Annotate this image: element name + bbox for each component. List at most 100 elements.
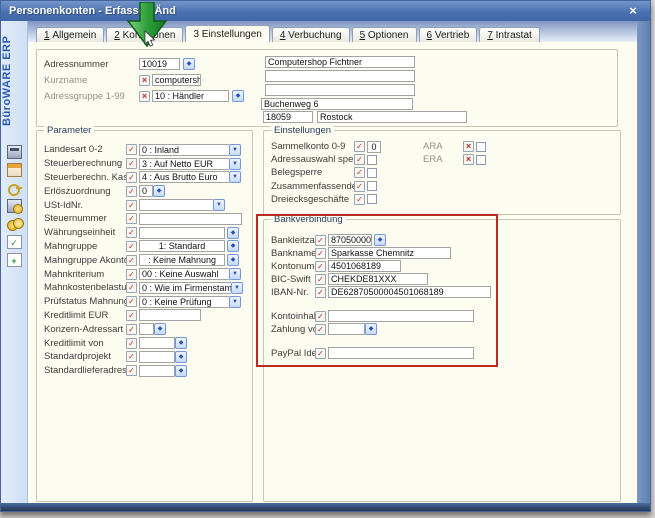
steuerberechnung-field[interactable]: 3 : Auf Netto EUR — [139, 158, 229, 170]
kurzname-clear-icon[interactable]: × — [139, 75, 150, 86]
spinner-icon[interactable]: ◆ — [175, 351, 187, 363]
tab-vertrieb[interactable]: 6 Vertrieb — [419, 27, 478, 42]
tab-allgemein[interactable]: 1 Allgemein — [36, 27, 104, 42]
window-icon[interactable] — [7, 163, 22, 177]
edit-check-icon[interactable]: ✓ — [126, 158, 137, 169]
edit-check-icon[interactable]: ✓ — [354, 194, 365, 205]
adressnummer-field[interactable]: 10019 — [139, 58, 180, 70]
edit-check-icon[interactable]: ✓ — [315, 274, 326, 285]
spinner-icon[interactable]: ◆ — [154, 323, 166, 335]
steuernummer-field[interactable] — [139, 213, 242, 225]
document-check-icon[interactable]: ✓ — [7, 235, 22, 249]
edit-check-icon[interactable]: ✓ — [315, 248, 326, 259]
edit-check-icon[interactable]: ✓ — [126, 255, 137, 266]
spinner-icon[interactable]: ◆ — [227, 227, 239, 239]
edit-check-icon[interactable]: ✓ — [126, 338, 137, 349]
iban-field[interactable]: DE62870500004501068189 — [328, 286, 491, 298]
calculator-icon[interactable] — [7, 145, 22, 159]
dropdown-icon[interactable]: ▼ — [231, 282, 243, 294]
adressgruppe-clear-icon[interactable]: × — [139, 91, 150, 102]
tab-verbuchung[interactable]: 4 Verbuchung — [272, 27, 350, 42]
kontoinhaber-field[interactable] — [328, 310, 474, 322]
paypal-ident-field[interactable] — [328, 347, 474, 359]
tab-intrastat[interactable]: 7 Intrastat — [479, 27, 539, 42]
edit-check-icon[interactable]: ✓ — [315, 348, 326, 359]
calculator-coins-icon[interactable] — [7, 199, 22, 213]
mahnkostenbelastung-field[interactable]: 0 : Wie im Firmenstamm eing — [139, 282, 231, 294]
edit-check-icon[interactable]: ✓ — [315, 324, 326, 335]
address-city-field[interactable]: Rostock — [317, 111, 467, 123]
edit-check-icon[interactable]: ✓ — [126, 310, 137, 321]
edit-check-icon[interactable]: ✓ — [126, 172, 137, 183]
pruefstatus-field[interactable]: 0 : Keine Prüfung — [139, 296, 229, 308]
adressauswahl-sperren-checkbox[interactable] — [367, 155, 377, 165]
dropdown-icon[interactable]: ▼ — [213, 199, 225, 211]
spinner-icon[interactable]: ◆ — [374, 234, 386, 246]
address-line2-field[interactable] — [265, 70, 415, 82]
kreditlimit-eur-field[interactable] — [139, 309, 201, 321]
edit-check-icon[interactable]: ✓ — [126, 351, 137, 362]
edit-check-icon[interactable]: ✓ — [315, 261, 326, 272]
sammelkonto-field[interactable]: 0 — [367, 141, 381, 153]
dropdown-icon[interactable]: ▼ — [229, 171, 241, 183]
spinner-icon[interactable]: ◆ — [227, 240, 239, 252]
edit-check-icon[interactable]: ✓ — [354, 181, 365, 192]
address-name-field[interactable]: Computershop Fichtner — [265, 56, 415, 68]
edit-check-icon[interactable]: ✓ — [126, 200, 137, 211]
waehrungseinheit-field[interactable] — [139, 227, 225, 239]
edit-check-icon[interactable]: ✓ — [126, 296, 137, 307]
bankname-field[interactable]: Sparkasse Chemnitz — [328, 247, 451, 259]
edit-check-icon[interactable]: ✓ — [126, 241, 137, 252]
tab-konditionen[interactable]: 2 Konditionen — [106, 27, 183, 42]
mahnkriterium-field[interactable]: 00 : Keine Auswahl — [139, 268, 229, 280]
edit-check-icon[interactable]: ✓ — [126, 227, 137, 238]
era-checkbox[interactable] — [476, 155, 486, 165]
zahlung-von-field[interactable] — [328, 323, 365, 335]
edit-check-icon[interactable]: ✓ — [315, 287, 326, 298]
key-icon[interactable] — [7, 181, 22, 195]
bic-swift-field[interactable]: CHEKDE81XXX — [328, 273, 428, 285]
address-line3-field[interactable] — [265, 84, 415, 96]
kontonummer-field[interactable]: 4501068189 — [328, 260, 401, 272]
bankleitzahl-field[interactable]: 87050000 — [328, 234, 372, 246]
mahngruppe-akonto-field[interactable]: : Keine Mahnung — [139, 254, 225, 266]
edit-check-icon[interactable]: ✓ — [315, 311, 326, 322]
ust-idnr-field[interactable] — [139, 199, 213, 211]
kreditlimit-von-field[interactable] — [139, 337, 175, 349]
spinner-icon[interactable]: ◆ — [175, 365, 187, 377]
belegsperre-checkbox[interactable] — [367, 168, 377, 178]
era-clear-icon[interactable]: × — [463, 154, 474, 165]
steuerberechn-kasse-field[interactable]: 4 : Aus Brutto Euro — [139, 171, 229, 183]
spinner-icon[interactable]: ◆ — [175, 337, 187, 349]
zusammenfassende-meldung-checkbox[interactable] — [367, 181, 377, 191]
edit-check-icon[interactable]: ✓ — [126, 213, 137, 224]
edit-check-icon[interactable]: ✓ — [126, 324, 137, 335]
document-add-icon[interactable]: + — [7, 253, 22, 267]
address-zip-field[interactable]: 18059 — [263, 111, 313, 123]
kurzname-field[interactable]: computersh — [152, 74, 201, 86]
dropdown-icon[interactable]: ▼ — [229, 268, 241, 280]
ara-checkbox[interactable] — [476, 142, 486, 152]
edit-check-icon[interactable]: ✓ — [354, 167, 365, 178]
dropdown-icon[interactable]: ▼ — [229, 158, 241, 170]
adressnummer-spinner-icon[interactable]: ◆ — [183, 58, 195, 70]
dreiecksgeschaefte-checkbox[interactable] — [367, 194, 377, 204]
edit-check-icon[interactable]: ✓ — [126, 282, 137, 293]
konzern-adressart-field[interactable] — [139, 323, 154, 335]
dropdown-icon[interactable]: ▼ — [229, 296, 241, 308]
edit-check-icon[interactable]: ✓ — [354, 141, 365, 152]
standardprojekt-field[interactable] — [139, 351, 175, 363]
spinner-icon[interactable]: ◆ — [153, 185, 165, 197]
ara-clear-icon[interactable]: × — [463, 141, 474, 152]
edit-check-icon[interactable]: ✓ — [126, 269, 137, 280]
edit-check-icon[interactable]: ✓ — [126, 186, 137, 197]
edit-check-icon[interactable]: ✓ — [126, 365, 137, 376]
adressgruppe-field[interactable]: 10 : Händler — [152, 90, 229, 102]
adressgruppe-spinner-icon[interactable]: ◆ — [232, 90, 244, 102]
tab-einstellungen[interactable]: 3 Einstellungen — [185, 25, 269, 42]
edit-check-icon[interactable]: ✓ — [354, 154, 365, 165]
close-icon[interactable]: × — [625, 3, 641, 18]
tab-optionen[interactable]: 5 Optionen — [352, 27, 417, 42]
spinner-icon[interactable]: ◆ — [365, 323, 377, 335]
address-street-field[interactable]: Buchenweg 6 — [261, 98, 413, 110]
